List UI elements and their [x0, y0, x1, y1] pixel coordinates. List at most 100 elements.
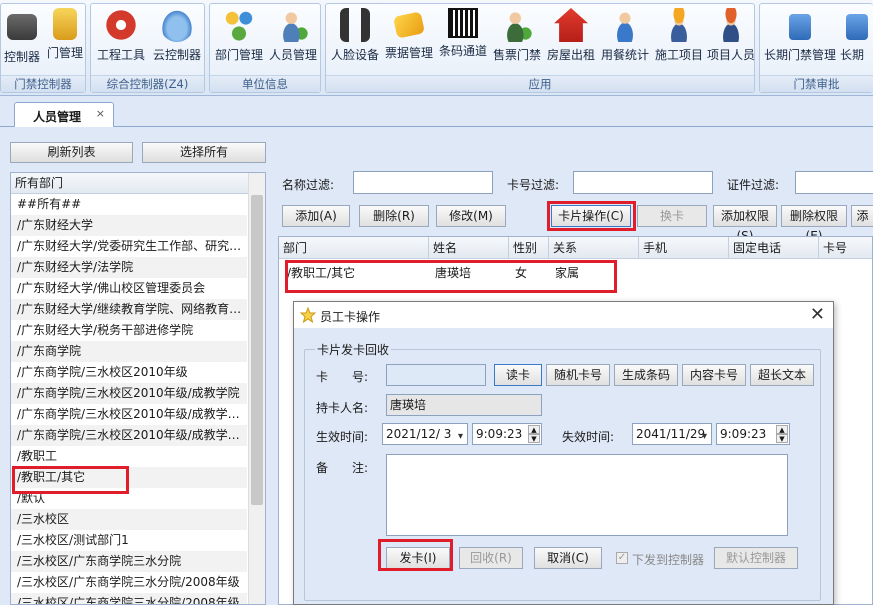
random-card-button[interactable]: 随机卡号 — [546, 364, 610, 386]
card-filter-input[interactable] — [573, 171, 713, 194]
col-department[interactable]: 部门 — [279, 237, 429, 259]
more-button[interactable]: 添 — [851, 205, 873, 227]
dialog-body: 卡片发卡回收 卡 号: 读卡 随机卡号 生成条码 内容卡号 超长文本 持卡人名:… — [294, 328, 833, 604]
tree-item[interactable]: /广东财经大学 — [11, 215, 247, 236]
tree-item[interactable]: /广东财经大学/继续教育学院、网络教育… — [11, 299, 247, 320]
tree-item[interactable]: /广东财经大学/税务干部进修学院 — [11, 320, 247, 341]
ticket-gate-icon — [500, 8, 534, 42]
group-caption: 应用 — [326, 75, 754, 92]
house-rental-button[interactable]: 房屋出租 — [544, 6, 598, 72]
delete-button[interactable]: 删除(R) — [359, 205, 429, 227]
tree-item[interactable]: /广东财经大学/法学院 — [11, 257, 247, 278]
recycle-card-button[interactable]: 回收(R) — [459, 547, 523, 569]
tree-item[interactable]: /广东财经大学/佛山校区管理委员会 — [11, 278, 247, 299]
long-text-button[interactable]: 超长文本 — [750, 364, 814, 386]
dining-icon — [608, 8, 642, 42]
name-filter-input[interactable] — [353, 171, 493, 194]
expire-time-value: 9:09:23 — [720, 427, 767, 441]
tree-item[interactable]: /广东商学院 — [11, 341, 247, 362]
valid-time-spinner[interactable]: 9:09:23 ▲ ▼ — [472, 423, 542, 445]
controller-button[interactable]: 控制器 — [1, 6, 43, 72]
qrcode-icon — [448, 8, 478, 38]
dialog-title: 员工卡操作 — [320, 310, 381, 324]
engineering-tools-button[interactable]: 工程工具 — [93, 6, 149, 72]
col-mobile[interactable]: 手机 — [639, 237, 729, 259]
default-controller-button[interactable]: 默认控制器 — [714, 547, 798, 569]
project-personnel-button[interactable]: 项目人员 — [706, 6, 756, 72]
long-term-access-button[interactable]: 长期门禁管理 — [762, 6, 838, 72]
vertical-scrollbar[interactable] — [248, 173, 265, 604]
tree-item[interactable]: ##所有## — [11, 194, 247, 215]
long-term-2-button[interactable]: 长期 — [840, 6, 873, 72]
send-to-controller-checkbox[interactable]: ✓ — [616, 552, 628, 564]
tab-personnel[interactable]: 人员管理 × — [14, 102, 114, 127]
delete-permission-button[interactable]: 删除权限(E) — [781, 205, 847, 243]
generate-barcode-button[interactable]: 生成条码 — [614, 364, 678, 386]
close-icon[interactable]: ✕ — [810, 304, 825, 325]
group-unit-info: 部门管理 人员管理 单位信息 — [209, 3, 321, 93]
tree-item[interactable]: /三水校区/广东商学院三水分院 — [11, 551, 247, 572]
tree-item[interactable]: /三水校区/测试部门1 — [11, 530, 247, 551]
add-permission-button[interactable]: 添加权限(S) — [713, 205, 777, 243]
highlight-tree-selection — [12, 466, 129, 494]
expire-time-label: 失效时间: — [562, 430, 615, 444]
tree-item[interactable]: /广东财经大学/党委研究生工作部、研究… — [11, 236, 247, 257]
spin-down-icon[interactable]: ▼ — [528, 434, 540, 443]
tools-icon — [104, 8, 138, 42]
spin-down-icon[interactable]: ▼ — [776, 434, 788, 443]
col-relation[interactable]: 关系 — [549, 237, 639, 259]
cert-filter-input[interactable] — [795, 171, 873, 194]
card-filter-label: 卡号过滤: — [507, 178, 560, 192]
ticket-gate-button[interactable]: 售票门禁 — [490, 6, 544, 72]
swap-card-button[interactable]: 换卡 — [637, 205, 707, 227]
col-card[interactable]: 卡号 — [819, 237, 872, 259]
tree-item[interactable]: /广东商学院/三水校区2010年级 — [11, 362, 247, 383]
spin-up-icon[interactable]: ▲ — [528, 425, 540, 434]
door-management-button[interactable]: 门管理 — [44, 6, 86, 72]
tree-item[interactable]: /广东商学院/三水校区2010年级/成教学院… — [11, 404, 247, 425]
expire-date-value: 2041/11/29 — [636, 427, 706, 441]
content-card-button[interactable]: 内容卡号 — [682, 364, 746, 386]
remark-textarea[interactable] — [386, 454, 788, 536]
ribbon: 控制器 门管理 门禁控制器 工程工具 云控制器 综合控制器(Z4) 部门管理 人… — [0, 0, 873, 96]
read-card-button[interactable]: 读卡 — [494, 364, 542, 386]
card-no-input[interactable] — [386, 364, 486, 386]
controller-icon — [7, 14, 37, 40]
tree-item[interactable]: /教职工 — [11, 446, 247, 467]
ticket-management-button[interactable]: 票据管理 — [382, 6, 436, 72]
group-approval: 长期门禁管理 长期 门禁审批 — [759, 3, 873, 93]
department-panel: 刷新列表 选择所有 所有部门 ##所有##/广东财经大学/广东财经大学/党委研究… — [0, 128, 270, 605]
expire-time-spinner[interactable]: 9:09:23 ▲ ▼ — [716, 423, 790, 445]
refresh-list-button[interactable]: 刷新列表 — [10, 142, 133, 163]
group-door-controller: 控制器 门管理 门禁控制器 — [0, 3, 86, 93]
spin-up-icon[interactable]: ▲ — [776, 425, 788, 434]
personnel-management-button[interactable]: 人员管理 — [266, 6, 320, 72]
col-name[interactable]: 姓名 — [429, 237, 509, 259]
add-button[interactable]: 添加(A) — [282, 205, 350, 227]
cancel-button[interactable]: 取消(C) — [534, 547, 602, 569]
select-all-button[interactable]: 选择所有 — [142, 142, 266, 163]
highlight-grid-row — [285, 260, 617, 293]
valid-date-picker[interactable]: 2021/12/ 3 ▾ — [382, 423, 468, 445]
tree-item[interactable]: /三水校区 — [11, 509, 247, 530]
tree-item[interactable]: /广东商学院/三水校区2010年级/成教学院 — [11, 383, 247, 404]
tree-item[interactable]: /三水校区/广东商学院三水分院/2008年级 — [11, 593, 247, 604]
cloud-controller-button[interactable]: 云控制器 — [149, 6, 205, 72]
tree-item[interactable]: /三水校区/广东商学院三水分院/2008年级 — [11, 572, 247, 593]
holder-input[interactable]: 唐瑛培 — [386, 394, 542, 416]
barcode-channel-button[interactable]: 条码通道 — [436, 6, 490, 72]
group-caption: 综合控制器(Z4) — [91, 75, 204, 92]
edit-button[interactable]: 修改(M) — [436, 205, 506, 227]
dialog-titlebar[interactable]: 员工卡操作 ✕ — [294, 302, 833, 328]
tree-item[interactable]: /广东商学院/三水校区2010年级/成教学院… — [11, 425, 247, 446]
expire-date-picker[interactable]: 2041/11/29 ▾ — [632, 423, 712, 445]
col-gender[interactable]: 性别 — [509, 237, 549, 259]
tab-close-icon[interactable]: × — [96, 107, 105, 120]
department-management-button[interactable]: 部门管理 — [212, 6, 266, 72]
scrollbar-thumb[interactable] — [251, 195, 263, 505]
face-device-button[interactable]: 人脸设备 — [328, 6, 382, 72]
dining-statistics-button[interactable]: 用餐统计 — [598, 6, 652, 72]
construction-project-button[interactable]: 施工项目 — [652, 6, 706, 72]
col-phone[interactable]: 固定电话 — [729, 237, 819, 259]
star-icon — [300, 307, 316, 323]
